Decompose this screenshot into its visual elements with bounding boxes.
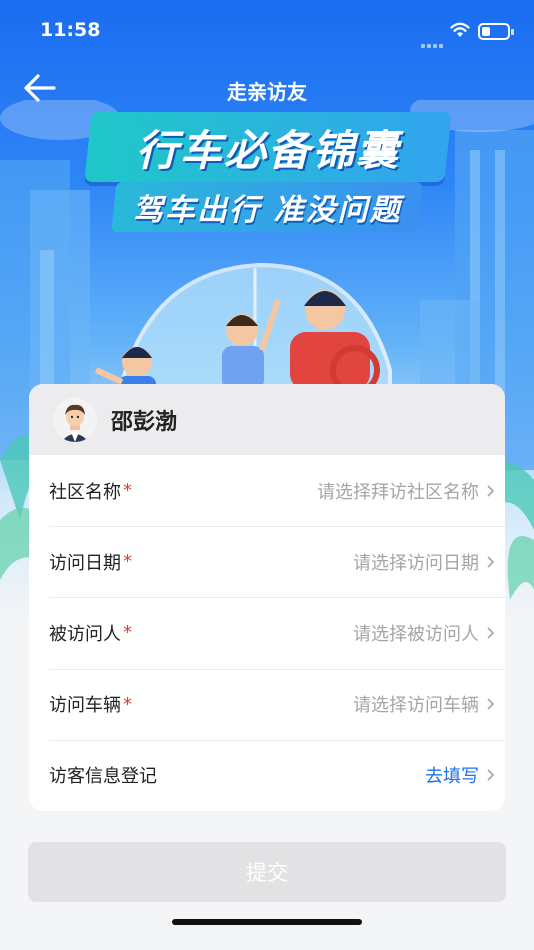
visitor-info-row[interactable]: 访客信息登记 去填写 [29, 739, 505, 811]
field-label: 社区名称 [49, 481, 121, 503]
banner-subtitle: 驾车出行 准没问题 [111, 182, 423, 232]
vehicle-row[interactable]: 访问车辆 * 请选择访问车辆 [29, 668, 505, 740]
user-name: 邵彭渤 [111, 409, 178, 435]
visitee-placeholder: 请选择被访问人 [353, 623, 479, 645]
chevron-right-icon [487, 485, 495, 497]
avatar-icon [53, 397, 97, 442]
avatar [53, 397, 97, 442]
status-bar: 11:58 [0, 0, 534, 62]
chevron-right-icon [487, 627, 495, 639]
field-label: 访问日期 [49, 552, 121, 574]
required-mark: * [123, 480, 132, 502]
community-name-placeholder: 请选择拜访社区名称 [317, 481, 479, 503]
home-indicator[interactable] [172, 919, 362, 925]
banner-title-text: 行车必备锦囊 [135, 125, 400, 175]
visitee-row[interactable]: 被访问人 * 请选择被访问人 [29, 597, 505, 668]
visit-form-card: 邵彭渤 社区名称 * 请选择拜访社区名称 访问日期 * 请选择访问日期 被访问人… [29, 384, 505, 811]
required-mark: * [123, 622, 132, 644]
required-mark: * [123, 693, 132, 715]
fill-in-link[interactable]: 去填写 [425, 762, 479, 788]
signal-icon [421, 33, 445, 52]
field-label: 访客信息登记 [49, 766, 157, 788]
community-name-row[interactable]: 社区名称 * 请选择拜访社区名称 [29, 455, 505, 526]
required-mark: * [123, 551, 132, 573]
visit-date-row[interactable]: 访问日期 * 请选择访问日期 [29, 526, 505, 597]
chevron-right-icon [487, 769, 495, 781]
chevron-right-icon [487, 698, 495, 710]
vehicle-placeholder: 请选择访问车辆 [353, 695, 479, 717]
wifi-icon [450, 22, 470, 37]
submit-button[interactable]: 提交 [28, 842, 506, 902]
battery-icon [478, 23, 514, 40]
field-label: 被访问人 [49, 623, 121, 645]
page-title: 走亲访友 [227, 80, 307, 104]
field-label: 访问车辆 [49, 695, 121, 717]
user-header: 邵彭渤 [29, 384, 505, 455]
chevron-right-icon [487, 556, 495, 568]
banner-title: 行车必备锦囊 [84, 112, 452, 182]
status-time: 11:58 [40, 19, 101, 41]
visit-date-placeholder: 请选择访问日期 [353, 552, 479, 574]
banner-subtitle-text: 驾车出行 准没问题 [132, 193, 402, 228]
